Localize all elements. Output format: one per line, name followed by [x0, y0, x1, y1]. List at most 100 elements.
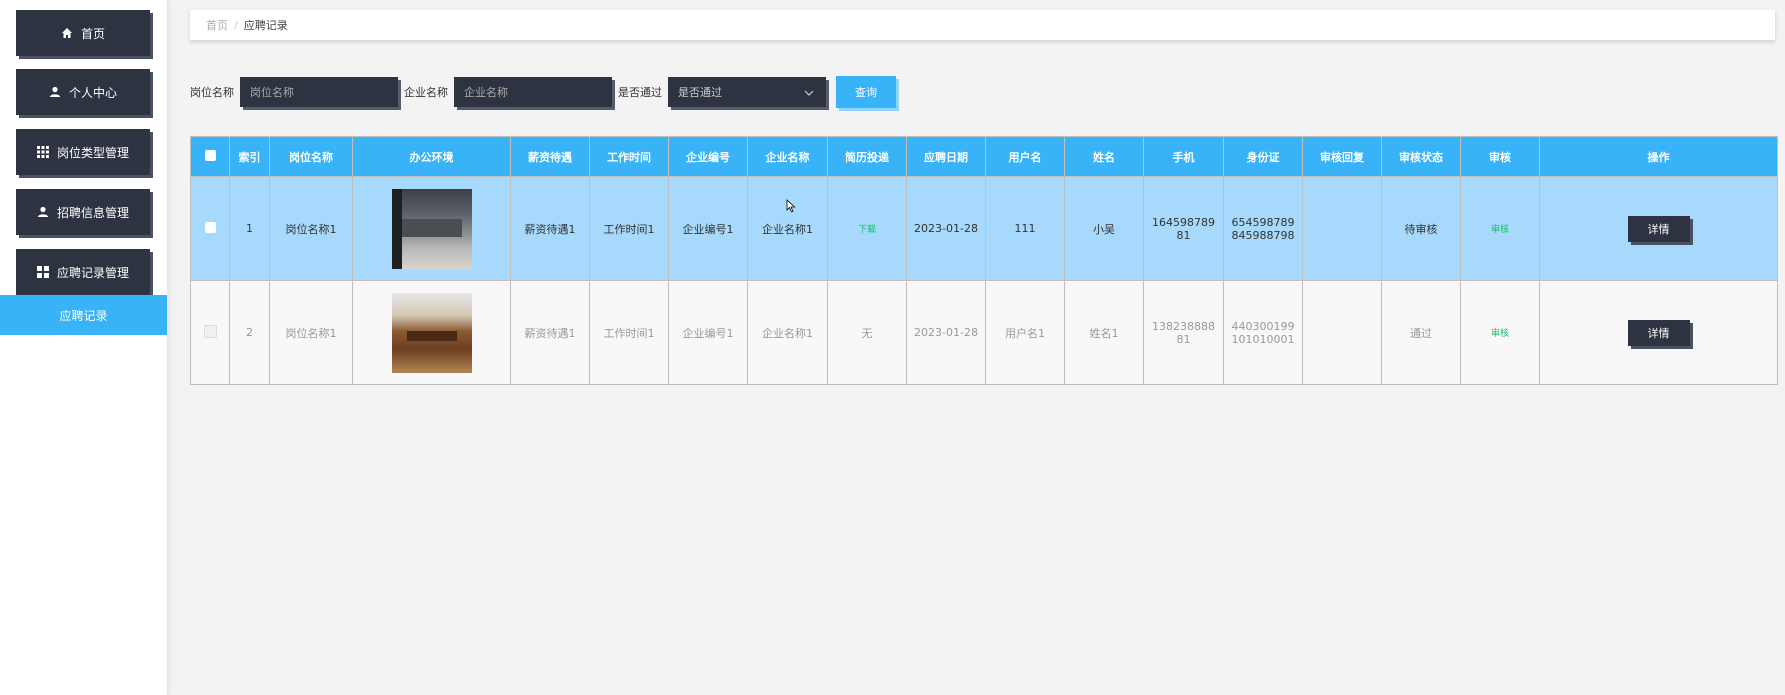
select-all-checkbox[interactable]	[190, 136, 230, 177]
job-name-label: 岗位名称	[190, 86, 234, 99]
cell-work-time: 工作时间1	[589, 280, 669, 385]
id-line: 101010001	[1231, 332, 1295, 346]
sidebar-item-recruit-info[interactable]: 招聘信息管理	[16, 189, 150, 235]
cell-date: 2023-01-28	[906, 280, 986, 385]
sidebar-item-label: 首页	[80, 26, 105, 41]
id-line: 845988798	[1231, 228, 1295, 242]
col-header: 审核状态	[1381, 136, 1461, 177]
breadcrumb: 首页 / 应聘记录	[190, 10, 1775, 40]
col-header: 审核回复	[1302, 136, 1382, 177]
cell-name: 小吴	[1064, 176, 1144, 281]
detail-button[interactable]: 详情	[1627, 319, 1690, 346]
cell-phone: 138238888 81	[1143, 280, 1224, 385]
col-header: 应聘日期	[906, 136, 986, 177]
col-header: 岗位名称	[269, 136, 353, 177]
table-row[interactable]: 1 岗位名称1 薪资待遇1 工作时间1 企业编号1 企业名称1 下载 2023-…	[190, 176, 1778, 281]
cell-office-image	[352, 280, 511, 385]
cell-salary: 薪资待遇1	[510, 176, 590, 281]
pass-status-label: 是否通过	[618, 86, 662, 99]
chevron-down-icon	[804, 86, 814, 99]
sidebar-item-label: 岗位类型管理	[56, 145, 129, 160]
apps-icon	[36, 266, 49, 278]
cell-name: 姓名1	[1064, 280, 1144, 385]
phone-line: 81	[1176, 332, 1191, 346]
col-header: 身份证	[1223, 136, 1303, 177]
detail-button[interactable]: 详情	[1627, 215, 1690, 242]
review-link[interactable]: 审核	[1491, 329, 1509, 339]
job-name-input[interactable]: 岗位名称	[240, 77, 398, 107]
sidebar: 首页 个人中心 岗位类型管理 招聘信息管理 应聘记录管理 应聘记录	[0, 0, 167, 695]
cell-id-card: 440300199 101010001	[1223, 280, 1303, 385]
cell-company-no: 企业编号1	[668, 176, 748, 281]
sidebar-item-label: 个人中心	[68, 85, 117, 100]
breadcrumb-separator: /	[234, 18, 238, 32]
cell-actions: 详情	[1539, 176, 1778, 281]
user-icon	[37, 206, 49, 218]
col-header: 操作	[1539, 136, 1778, 177]
cell-resume: 无	[827, 280, 907, 385]
row-checkbox[interactable]	[190, 280, 230, 385]
sidebar-subitem-application-record[interactable]: 应聘记录	[0, 295, 167, 335]
pass-status-value: 是否通过	[678, 86, 722, 99]
cell-company-no: 企业编号1	[668, 280, 748, 385]
col-header: 索引	[229, 136, 270, 177]
company-name-label: 企业名称	[404, 86, 448, 99]
sidebar-item-label: 招聘信息管理	[56, 205, 129, 220]
cell-review: 审核	[1460, 176, 1540, 281]
pass-status-select[interactable]: 是否通过	[668, 77, 826, 107]
breadcrumb-current: 应聘记录	[243, 19, 288, 32]
col-header: 审核	[1460, 136, 1540, 177]
id-line: 440300199	[1231, 319, 1295, 333]
cell-username: 用户名1	[985, 280, 1065, 385]
cell-job-name: 岗位名称1	[269, 280, 353, 385]
cell-job-name: 岗位名称1	[269, 176, 353, 281]
sidebar-item-job-type[interactable]: 岗位类型管理	[16, 129, 150, 175]
cell-index: 1	[229, 176, 270, 281]
col-header: 姓名	[1064, 136, 1144, 177]
table-header-row: 索引 岗位名称 办公环境 薪资待遇 工作时间 企业编号 企业名称 简历投递 应聘…	[190, 136, 1778, 177]
cell-resume: 下载	[827, 176, 907, 281]
user-icon	[49, 86, 61, 98]
query-button[interactable]: 查询	[836, 76, 896, 108]
home-icon	[61, 27, 73, 39]
records-table: 索引 岗位名称 办公环境 薪资待遇 工作时间 企业编号 企业名称 简历投递 应聘…	[190, 136, 1778, 385]
cell-office-image	[352, 176, 511, 281]
cell-id-card: 654598789 845988798	[1223, 176, 1303, 281]
resume-download-link[interactable]: 下载	[858, 225, 876, 235]
table-row[interactable]: 2 岗位名称1 薪资待遇1 工作时间1 企业编号1 企业名称1 无 2023-0…	[190, 280, 1778, 385]
cell-work-time: 工作时间1	[589, 176, 669, 281]
sidebar-item-application-records[interactable]: 应聘记录管理	[16, 249, 150, 295]
office-photo[interactable]	[391, 188, 472, 269]
search-bar: 岗位名称 岗位名称 企业名称 企业名称 是否通过 是否通过 查询	[190, 76, 896, 108]
phone-line: 81	[1176, 228, 1191, 242]
sidebar-item-home[interactable]: 首页	[16, 10, 150, 56]
col-header: 办公环境	[352, 136, 511, 177]
cell-username: 111	[985, 176, 1065, 281]
cell-phone: 164598789 81	[1143, 176, 1224, 281]
office-photo[interactable]	[391, 292, 472, 373]
col-header: 企业名称	[747, 136, 828, 177]
cell-company-name: 企业名称1	[747, 176, 828, 281]
cell-actions: 详情	[1539, 280, 1778, 385]
cell-review-reply	[1302, 176, 1382, 281]
cell-review: 审核	[1460, 280, 1540, 385]
company-name-input[interactable]: 企业名称	[454, 77, 612, 107]
grid-icon	[36, 146, 49, 158]
row-checkbox[interactable]	[190, 176, 230, 281]
cell-index: 2	[229, 280, 270, 385]
sidebar-item-personal-center[interactable]: 个人中心	[16, 69, 150, 115]
breadcrumb-home[interactable]: 首页	[206, 17, 228, 33]
mouse-cursor-icon	[786, 198, 796, 213]
sidebar-item-label: 应聘记录管理	[56, 265, 129, 280]
id-line: 654598789	[1231, 215, 1295, 229]
col-header: 用户名	[985, 136, 1065, 177]
cell-review-status: 通过	[1381, 280, 1461, 385]
col-header: 简历投递	[827, 136, 907, 177]
cell-review-reply	[1302, 280, 1382, 385]
cell-salary: 薪资待遇1	[510, 280, 590, 385]
cell-date: 2023-01-28	[906, 176, 986, 281]
col-header: 薪资待遇	[510, 136, 590, 177]
phone-line: 138238888	[1152, 319, 1215, 333]
col-header: 工作时间	[589, 136, 669, 177]
review-link[interactable]: 审核	[1491, 225, 1509, 235]
